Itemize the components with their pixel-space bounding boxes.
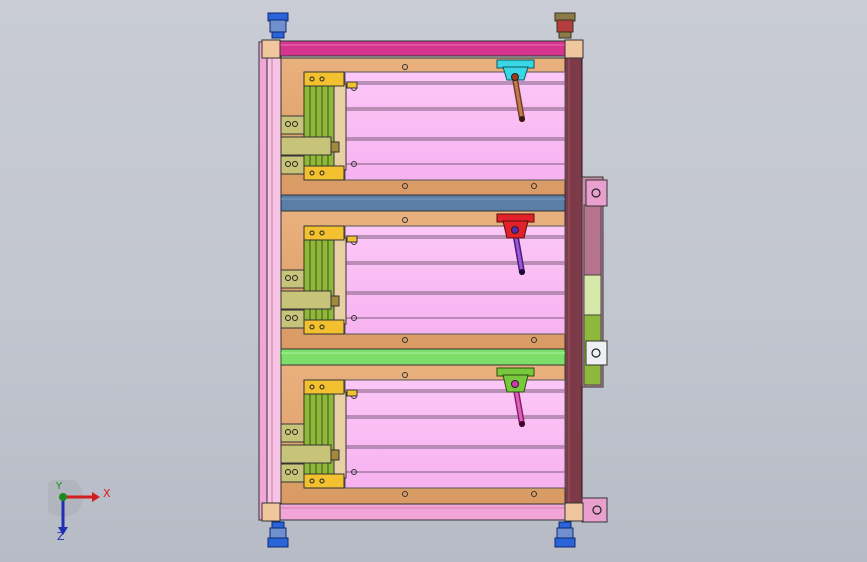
left-frame-post [258,41,282,521]
triad-y-axis-icon [59,493,67,501]
triad-y-label: Y [56,481,63,492]
caster-foot-top-right [554,12,576,39]
cad-graphics-area[interactable]: X Y Z [0,0,867,562]
bottom-frame-rail [261,502,584,522]
right-frame-post [564,55,583,509]
triad-z-label: Z [57,530,65,543]
caster-foot-bottom-left [267,521,289,548]
drawer-module-2[interactable] [280,210,566,350]
side-mount-block-top [581,176,608,388]
drawer-module-1[interactable] [280,57,566,196]
divider-bar-upper [280,194,566,212]
side-mount-block-bottom [581,497,608,523]
triad-x-label: X [103,487,111,500]
divider-bar-lower [280,348,566,366]
cad-assembly-model[interactable] [0,0,867,562]
caster-foot-bottom-right [554,521,576,548]
drawer-module-3[interactable] [280,364,566,505]
caster-foot-top-left [267,12,289,39]
top-frame-rail [261,39,584,59]
